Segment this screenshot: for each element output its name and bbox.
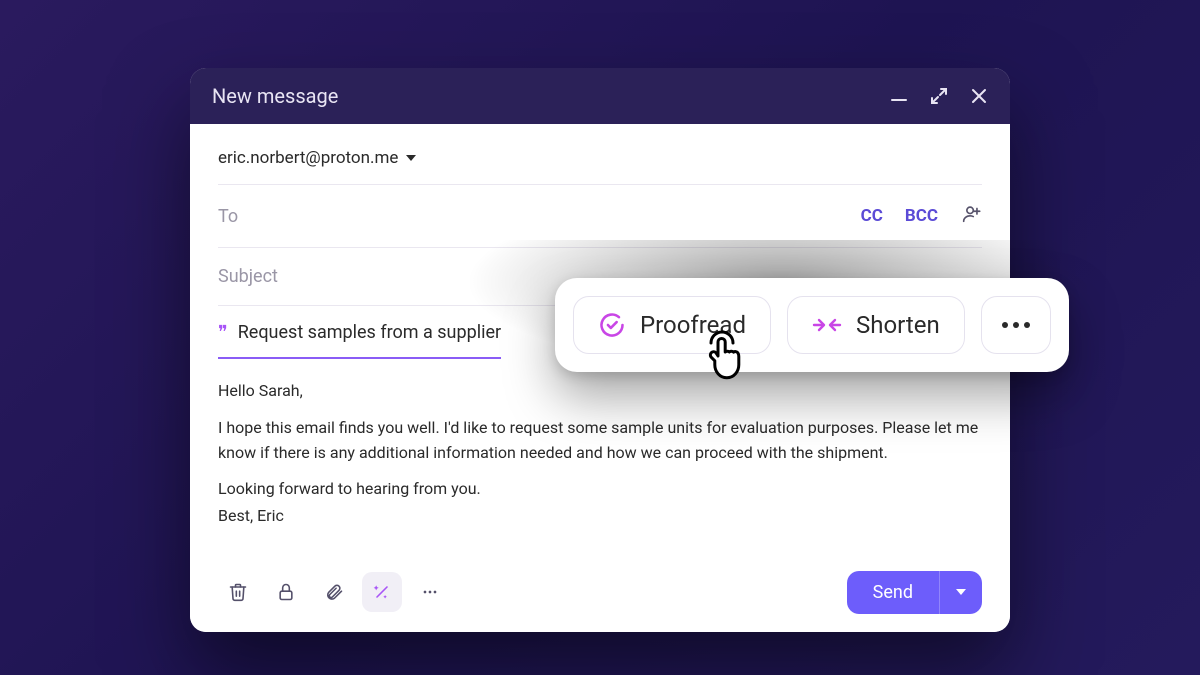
compose-toolbar: Send — [218, 559, 982, 614]
chevron-down-icon — [406, 155, 416, 161]
ai-suggestion-chip[interactable]: ❞ Request samples from a supplier — [218, 306, 501, 359]
proofread-button[interactable]: Proofread — [573, 296, 771, 354]
close-icon[interactable] — [970, 87, 988, 105]
suggestion-text: Request samples from a supplier — [238, 322, 501, 343]
cc-button[interactable]: CC — [861, 206, 883, 226]
chevron-down-icon — [956, 589, 966, 595]
more-ai-actions-button[interactable] — [981, 296, 1051, 354]
quote-icon: ❞ — [218, 322, 228, 343]
from-address: eric.norbert@proton.me — [218, 148, 398, 168]
to-field[interactable]: To — [218, 206, 238, 227]
ai-wand-icon[interactable] — [362, 572, 402, 612]
bcc-button[interactable]: BCC — [905, 206, 938, 226]
minimize-icon[interactable] — [890, 87, 908, 105]
add-contact-icon[interactable] — [960, 203, 982, 229]
from-selector[interactable]: eric.norbert@proton.me — [218, 134, 982, 185]
shorten-icon — [812, 315, 842, 335]
body-paragraph: Looking forward to hearing from you. — [218, 477, 982, 502]
window-controls — [890, 87, 988, 105]
body-signoff: Best, Eric — [218, 504, 982, 529]
compose-body: eric.norbert@proton.me To CC BCC Subject… — [190, 124, 1010, 632]
toolbar-left — [218, 572, 450, 612]
shorten-button[interactable]: Shorten — [787, 296, 965, 354]
to-row: To CC BCC — [218, 185, 982, 248]
body-greeting: Hello Sarah, — [218, 379, 982, 404]
send-more-button[interactable] — [939, 571, 982, 614]
proofread-icon — [598, 311, 626, 339]
window-title: New message — [212, 84, 338, 108]
attachment-icon[interactable] — [314, 572, 354, 612]
message-body[interactable]: Hello Sarah, I hope this email finds you… — [218, 359, 982, 559]
proofread-label: Proofread — [640, 311, 746, 339]
compose-header: New message — [190, 68, 1010, 124]
send-button[interactable]: Send — [847, 571, 939, 614]
send-group: Send — [847, 571, 982, 614]
lock-icon[interactable] — [266, 572, 306, 612]
trash-icon[interactable] — [218, 572, 258, 612]
expand-icon[interactable] — [930, 87, 948, 105]
more-options-icon[interactable] — [410, 572, 450, 612]
ellipsis-icon — [1002, 322, 1030, 328]
ai-actions-popover: Proofread Shorten — [555, 278, 1069, 372]
body-paragraph: I hope this email finds you well. I'd li… — [218, 416, 982, 466]
shorten-label: Shorten — [856, 311, 940, 339]
recipient-actions: CC BCC — [861, 203, 982, 229]
